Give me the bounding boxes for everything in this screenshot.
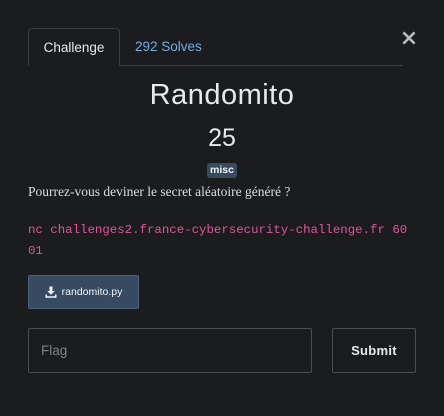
submit-button[interactable]: Submit	[332, 328, 416, 373]
download-file-label: randomito.py	[61, 286, 123, 298]
download-file-button[interactable]: randomito.py	[28, 275, 139, 309]
challenge-description: Pourrez-vous deviner le secret aléatoire…	[28, 184, 291, 199]
category-badge: misc	[207, 163, 237, 178]
connection-command: nc challenges2.france-cybersecurity-chal…	[28, 223, 408, 258]
challenge-points: 25	[208, 124, 236, 152]
challenge-title: Randomito	[149, 79, 295, 111]
tab-solves[interactable]: 292 Solves	[135, 28, 202, 65]
flag-input[interactable]	[28, 328, 312, 373]
download-icon	[45, 286, 57, 298]
challenge-tabs: Challenge 292 Solves	[28, 28, 403, 66]
tab-challenge[interactable]: Challenge	[28, 28, 120, 66]
